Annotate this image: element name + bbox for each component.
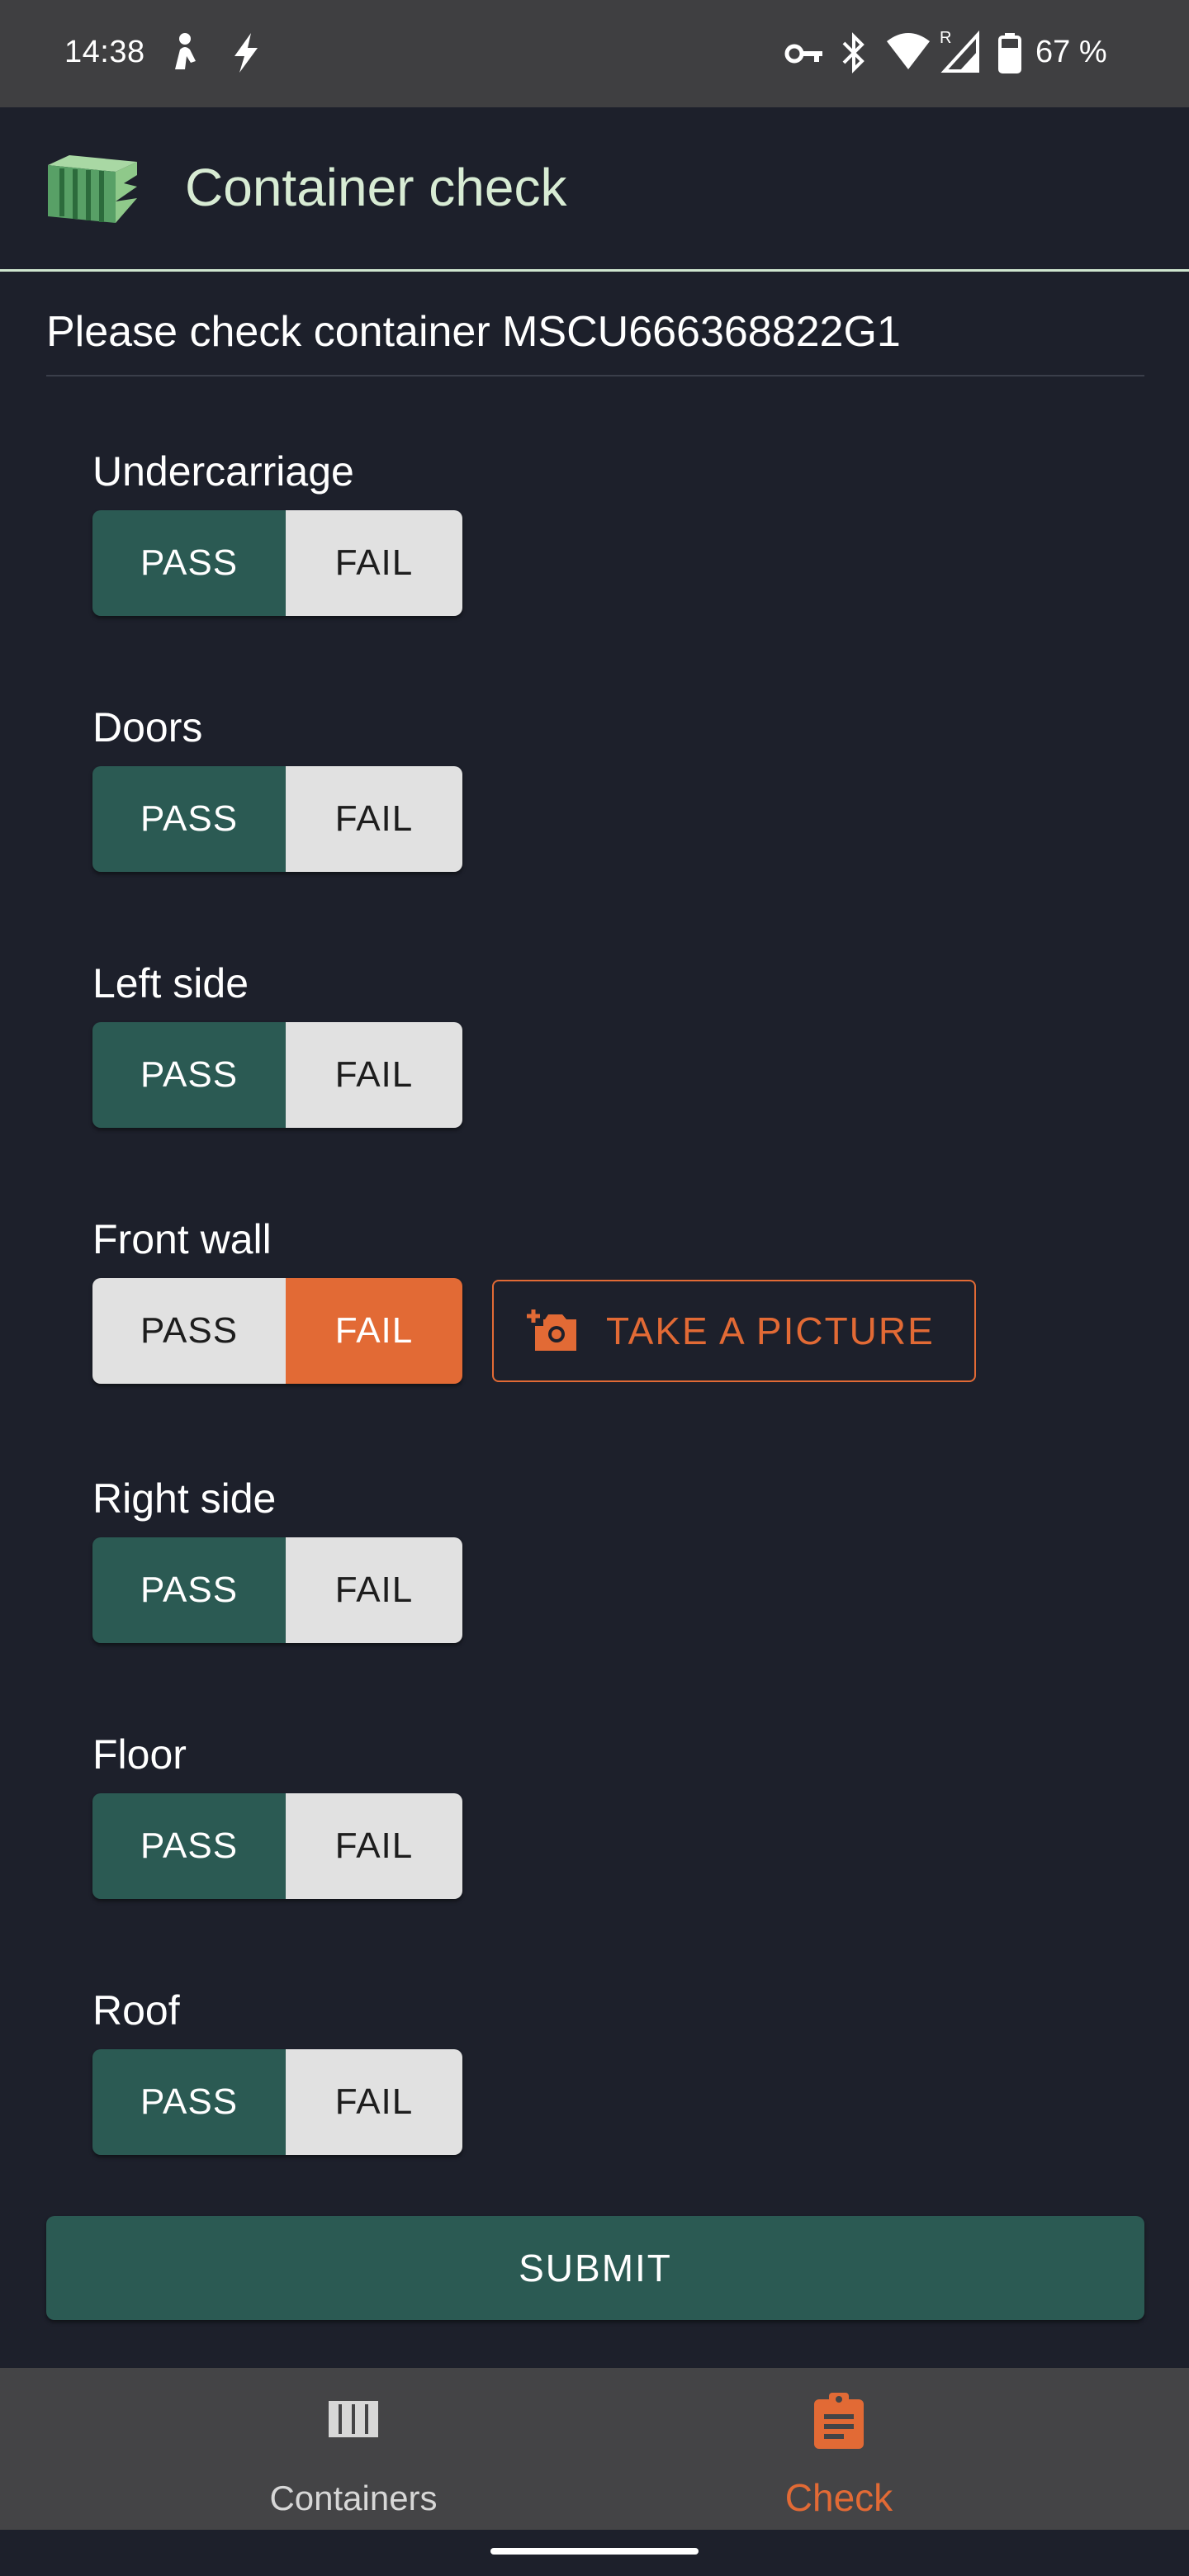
fail-button[interactable]: FAIL <box>286 510 462 616</box>
take-picture-label: TAKE A PICTURE <box>606 1309 935 1352</box>
container-logo-icon <box>45 150 142 234</box>
check-label-roof: Roof <box>92 1987 180 2034</box>
bluetooth-icon <box>839 31 869 78</box>
vpn-key-icon <box>784 41 824 70</box>
fail-button[interactable]: FAIL <box>286 1278 462 1384</box>
check-label-floor: Floor <box>92 1731 187 1778</box>
toggle-right-side: PASS FAIL <box>92 1537 462 1643</box>
fail-button[interactable]: FAIL <box>286 1793 462 1899</box>
fail-button[interactable]: FAIL <box>286 1537 462 1643</box>
submit-button[interactable]: SUBMIT <box>46 2216 1144 2320</box>
pass-button[interactable]: PASS <box>92 2049 286 2155</box>
divider <box>46 375 1144 376</box>
battery-icon <box>997 31 1022 78</box>
toggle-doors: PASS FAIL <box>92 766 462 872</box>
clipboard-icon <box>811 2391 867 2455</box>
bolt-icon <box>230 31 263 78</box>
cellular-roaming-icon: R <box>938 28 984 78</box>
status-time: 14:38 <box>64 35 145 69</box>
toggle-roof: PASS FAIL <box>92 2049 462 2155</box>
check-label-undercarriage: Undercarriage <box>92 448 354 495</box>
toggle-floor: PASS FAIL <box>92 1793 462 1899</box>
app-screen: 14:38 R 67 % Container check Please chec… <box>0 0 1189 2576</box>
nav-item-check[interactable]: Check <box>542 2368 1136 2530</box>
status-bar: 14:38 R 67 % <box>0 0 1189 107</box>
pass-button[interactable]: PASS <box>92 1278 286 1384</box>
fail-button[interactable]: FAIL <box>286 766 462 872</box>
check-label-left-side: Left side <box>92 960 249 1006</box>
pass-button[interactable]: PASS <box>92 1537 286 1643</box>
battery-level: 67 % <box>1035 35 1107 69</box>
toggle-undercarriage: PASS FAIL <box>92 510 462 616</box>
pass-button[interactable]: PASS <box>92 1022 286 1128</box>
take-picture-button[interactable]: TAKE A PICTURE <box>492 1280 976 1382</box>
nav-label-check: Check <box>784 2476 893 2519</box>
pass-button[interactable]: PASS <box>92 510 286 616</box>
pass-button[interactable]: PASS <box>92 766 286 872</box>
page-title: Container check <box>185 158 567 217</box>
toggle-front-wall: PASS FAIL <box>92 1278 462 1384</box>
wifi-icon <box>885 31 931 77</box>
svg-text:R: R <box>940 29 951 47</box>
containers-icon <box>327 2399 380 2443</box>
toggle-left-side: PASS FAIL <box>92 1022 462 1128</box>
check-label-front-wall: Front wall <box>92 1216 272 1262</box>
add-photo-camera-icon <box>527 1306 580 1356</box>
home-gesture-handle[interactable] <box>490 2548 699 2555</box>
person-icon <box>168 31 201 77</box>
check-label-right-side: Right side <box>92 1475 277 1522</box>
bottom-navigation: Containers Check <box>0 2368 1189 2530</box>
fail-button[interactable]: FAIL <box>286 2049 462 2155</box>
pass-button[interactable]: PASS <box>92 1793 286 1899</box>
check-label-doors: Doors <box>92 704 203 751</box>
app-bar: Container check <box>0 107 1189 272</box>
fail-button[interactable]: FAIL <box>286 1022 462 1128</box>
instruction-text: Please check container MSCU666368822G1 <box>46 308 901 356</box>
